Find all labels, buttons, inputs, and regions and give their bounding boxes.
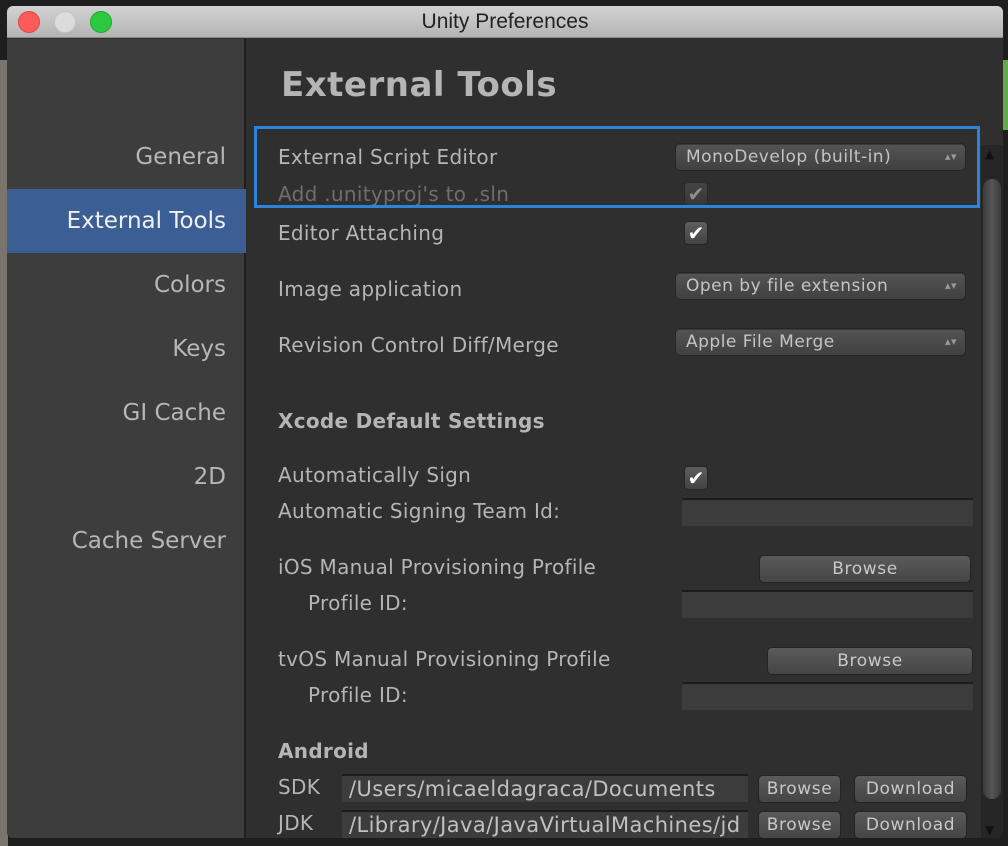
content-panel: External Tools External Script Editor Mo… — [248, 39, 1003, 838]
dropdown-value: MonoDevelop (built-in) — [686, 147, 892, 167]
sdk-browse-button[interactable]: Browse — [758, 775, 841, 803]
ios-profile-id-input[interactable] — [682, 590, 973, 618]
title-bar[interactable]: Unity Preferences — [7, 6, 1003, 38]
revision-control-dropdown[interactable]: Apple File Merge ▴▾ — [675, 328, 966, 356]
sidebar-item-keys[interactable]: Keys — [7, 317, 246, 381]
tvos-profile-id-input[interactable] — [682, 682, 973, 710]
preferences-window: Unity Preferences General External Tools… — [7, 6, 1003, 838]
ios-profile-id-label: Profile ID: — [308, 591, 408, 615]
tvos-profile-id-label: Profile ID: — [308, 683, 408, 707]
xcode-section-heading: Xcode Default Settings — [278, 409, 545, 433]
scroll-down-icon[interactable]: ▼ — [985, 823, 994, 837]
image-application-label: Image application — [278, 277, 463, 301]
team-id-input[interactable] — [682, 498, 973, 526]
check-icon: ✔ — [687, 221, 705, 245]
scroll-thumb[interactable] — [983, 179, 1001, 799]
page-title: External Tools — [281, 65, 558, 105]
sidebar-item-gi-cache[interactable]: GI Cache — [7, 381, 246, 445]
ios-profile-label: iOS Manual Provisioning Profile — [278, 555, 597, 579]
editor-attaching-checkbox[interactable]: ✔ — [684, 221, 708, 245]
scroll-up-icon[interactable]: ▲ — [985, 147, 994, 161]
team-id-label: Automatic Signing Team Id: — [278, 499, 561, 523]
jdk-path-input[interactable]: /Library/Java/JavaVirtualMachines/jd — [342, 810, 748, 838]
updown-arrows-icon: ▴▾ — [944, 335, 957, 348]
tvos-profile-label: tvOS Manual Provisioning Profile — [278, 647, 611, 671]
check-icon: ✔ — [687, 182, 705, 206]
revision-control-label: Revision Control Diff/Merge — [278, 333, 559, 357]
jdk-download-button[interactable]: Download — [854, 811, 967, 838]
auto-sign-checkbox[interactable]: ✔ — [684, 466, 708, 490]
check-icon: ✔ — [687, 466, 705, 490]
image-application-dropdown[interactable]: Open by file extension ▴▾ — [675, 272, 966, 300]
sidebar-item-2d[interactable]: 2D — [7, 445, 246, 509]
auto-sign-label: Automatically Sign — [278, 463, 472, 487]
sdk-label: SDK — [278, 775, 321, 799]
add-unityproj-label: Add .unityproj's to .sln — [278, 182, 510, 206]
sdk-path-input[interactable]: /Users/micaeldagraca/Documents — [342, 774, 748, 802]
external-script-editor-label: External Script Editor — [278, 145, 498, 169]
android-section-heading: Android — [278, 739, 369, 763]
jdk-browse-button[interactable]: Browse — [758, 811, 841, 838]
updown-arrows-icon: ▴▾ — [944, 279, 957, 292]
sidebar-item-general[interactable]: General — [7, 125, 246, 189]
external-script-editor-dropdown[interactable]: MonoDevelop (built-in) ▴▾ — [675, 143, 966, 171]
sidebar-item-colors[interactable]: Colors — [7, 253, 246, 317]
sidebar: General External Tools Colors Keys GI Ca… — [7, 39, 246, 838]
dropdown-value: Apple File Merge — [686, 332, 835, 352]
ios-browse-button[interactable]: Browse — [759, 555, 971, 583]
tvos-browse-button[interactable]: Browse — [767, 647, 973, 675]
sidebar-item-cache-server[interactable]: Cache Server — [7, 509, 246, 573]
dropdown-value: Open by file extension — [686, 276, 889, 296]
vertical-scrollbar[interactable]: ▲ ▼ — [981, 145, 1003, 838]
jdk-label: JDK — [278, 811, 314, 835]
window-title: Unity Preferences — [421, 10, 589, 33]
add-unityproj-checkbox[interactable]: ✔ — [684, 182, 708, 206]
sidebar-item-external-tools[interactable]: External Tools — [7, 189, 246, 253]
sdk-download-button[interactable]: Download — [854, 775, 967, 803]
editor-attaching-label: Editor Attaching — [278, 221, 445, 245]
updown-arrows-icon: ▴▾ — [944, 150, 957, 163]
